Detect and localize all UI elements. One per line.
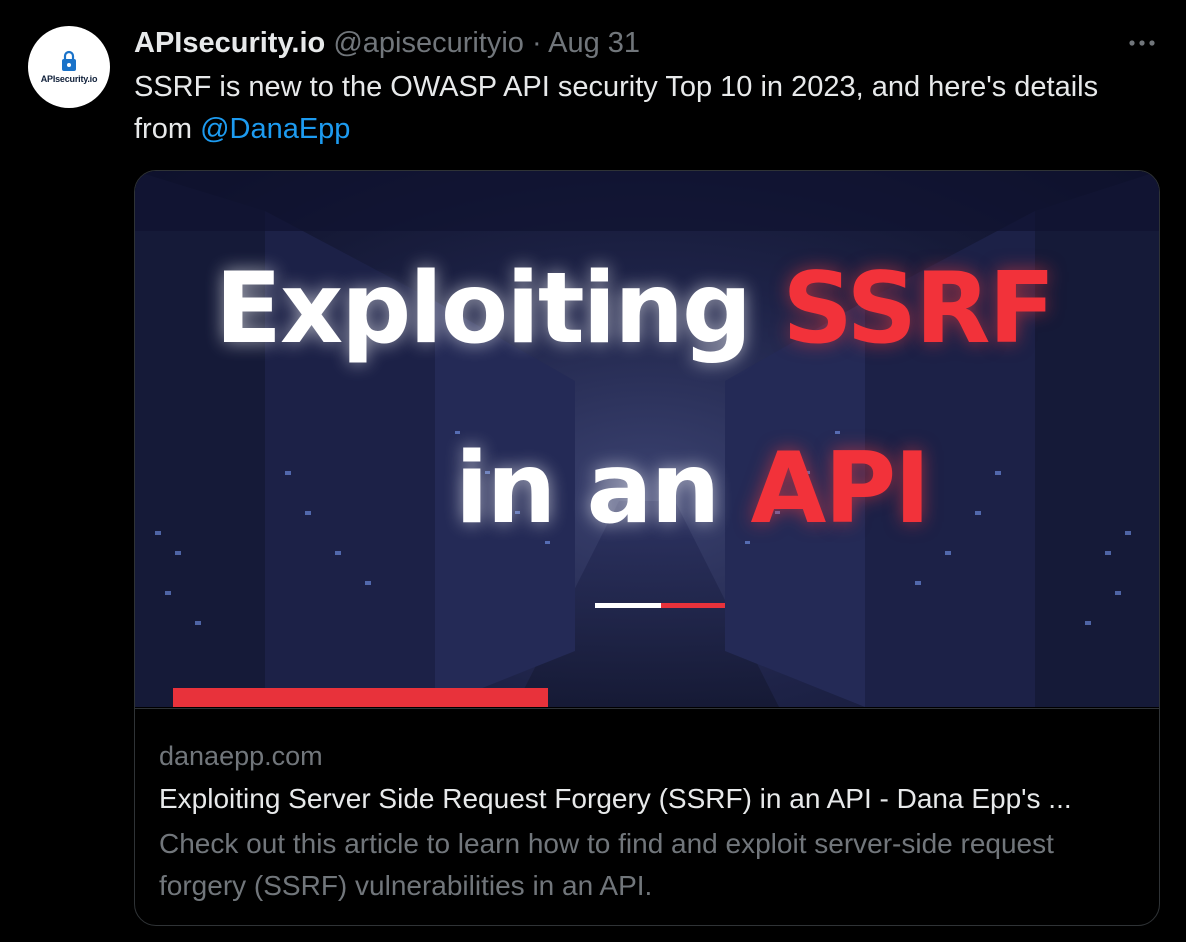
avatar[interactable]: APIsecurity.io (28, 26, 110, 108)
accent-bar-red (173, 688, 548, 707)
accent-line-white (595, 603, 661, 608)
tweet-header: APIsecurity.io @apisecurityio · Aug 31 (134, 26, 640, 60)
lock-icon (62, 50, 76, 71)
headline-api: API (750, 432, 931, 546)
accent-line-red (661, 603, 725, 608)
more-button[interactable] (1124, 26, 1160, 60)
headline-ssrf: SSRF (782, 252, 1055, 366)
image-headline-line2: in an API (455, 429, 931, 549)
link-card[interactable]: Exploiting SSRF in an API danaepp.com Ex… (134, 170, 1160, 926)
headline-exploiting: Exploiting (215, 252, 752, 366)
headline-in-an: in an (455, 432, 720, 546)
card-title[interactable]: Exploiting Server Side Request Forgery (… (159, 781, 1139, 817)
tweet-date[interactable]: Aug 31 (548, 27, 640, 59)
avatar-logo-text: APIsecurity.io (40, 74, 98, 84)
tweet-text: SSRF is new to the OWASP API security To… (134, 66, 1164, 150)
more-horizontal-icon (1129, 40, 1155, 46)
card-image[interactable]: Exploiting SSRF in an API (135, 171, 1159, 707)
author-handle[interactable]: @apisecurityio (333, 27, 524, 59)
author-name[interactable]: APIsecurity.io (134, 27, 325, 59)
mention-link[interactable]: @DanaEpp (200, 113, 350, 145)
card-domain: danaepp.com (159, 741, 323, 771)
image-headline-line1: Exploiting SSRF (215, 249, 1055, 369)
card-description: Check out this article to learn how to f… (159, 828, 1054, 901)
separator-dot: · (532, 27, 542, 59)
card-text[interactable]: danaepp.com Exploiting Server Side Reque… (135, 708, 1159, 925)
